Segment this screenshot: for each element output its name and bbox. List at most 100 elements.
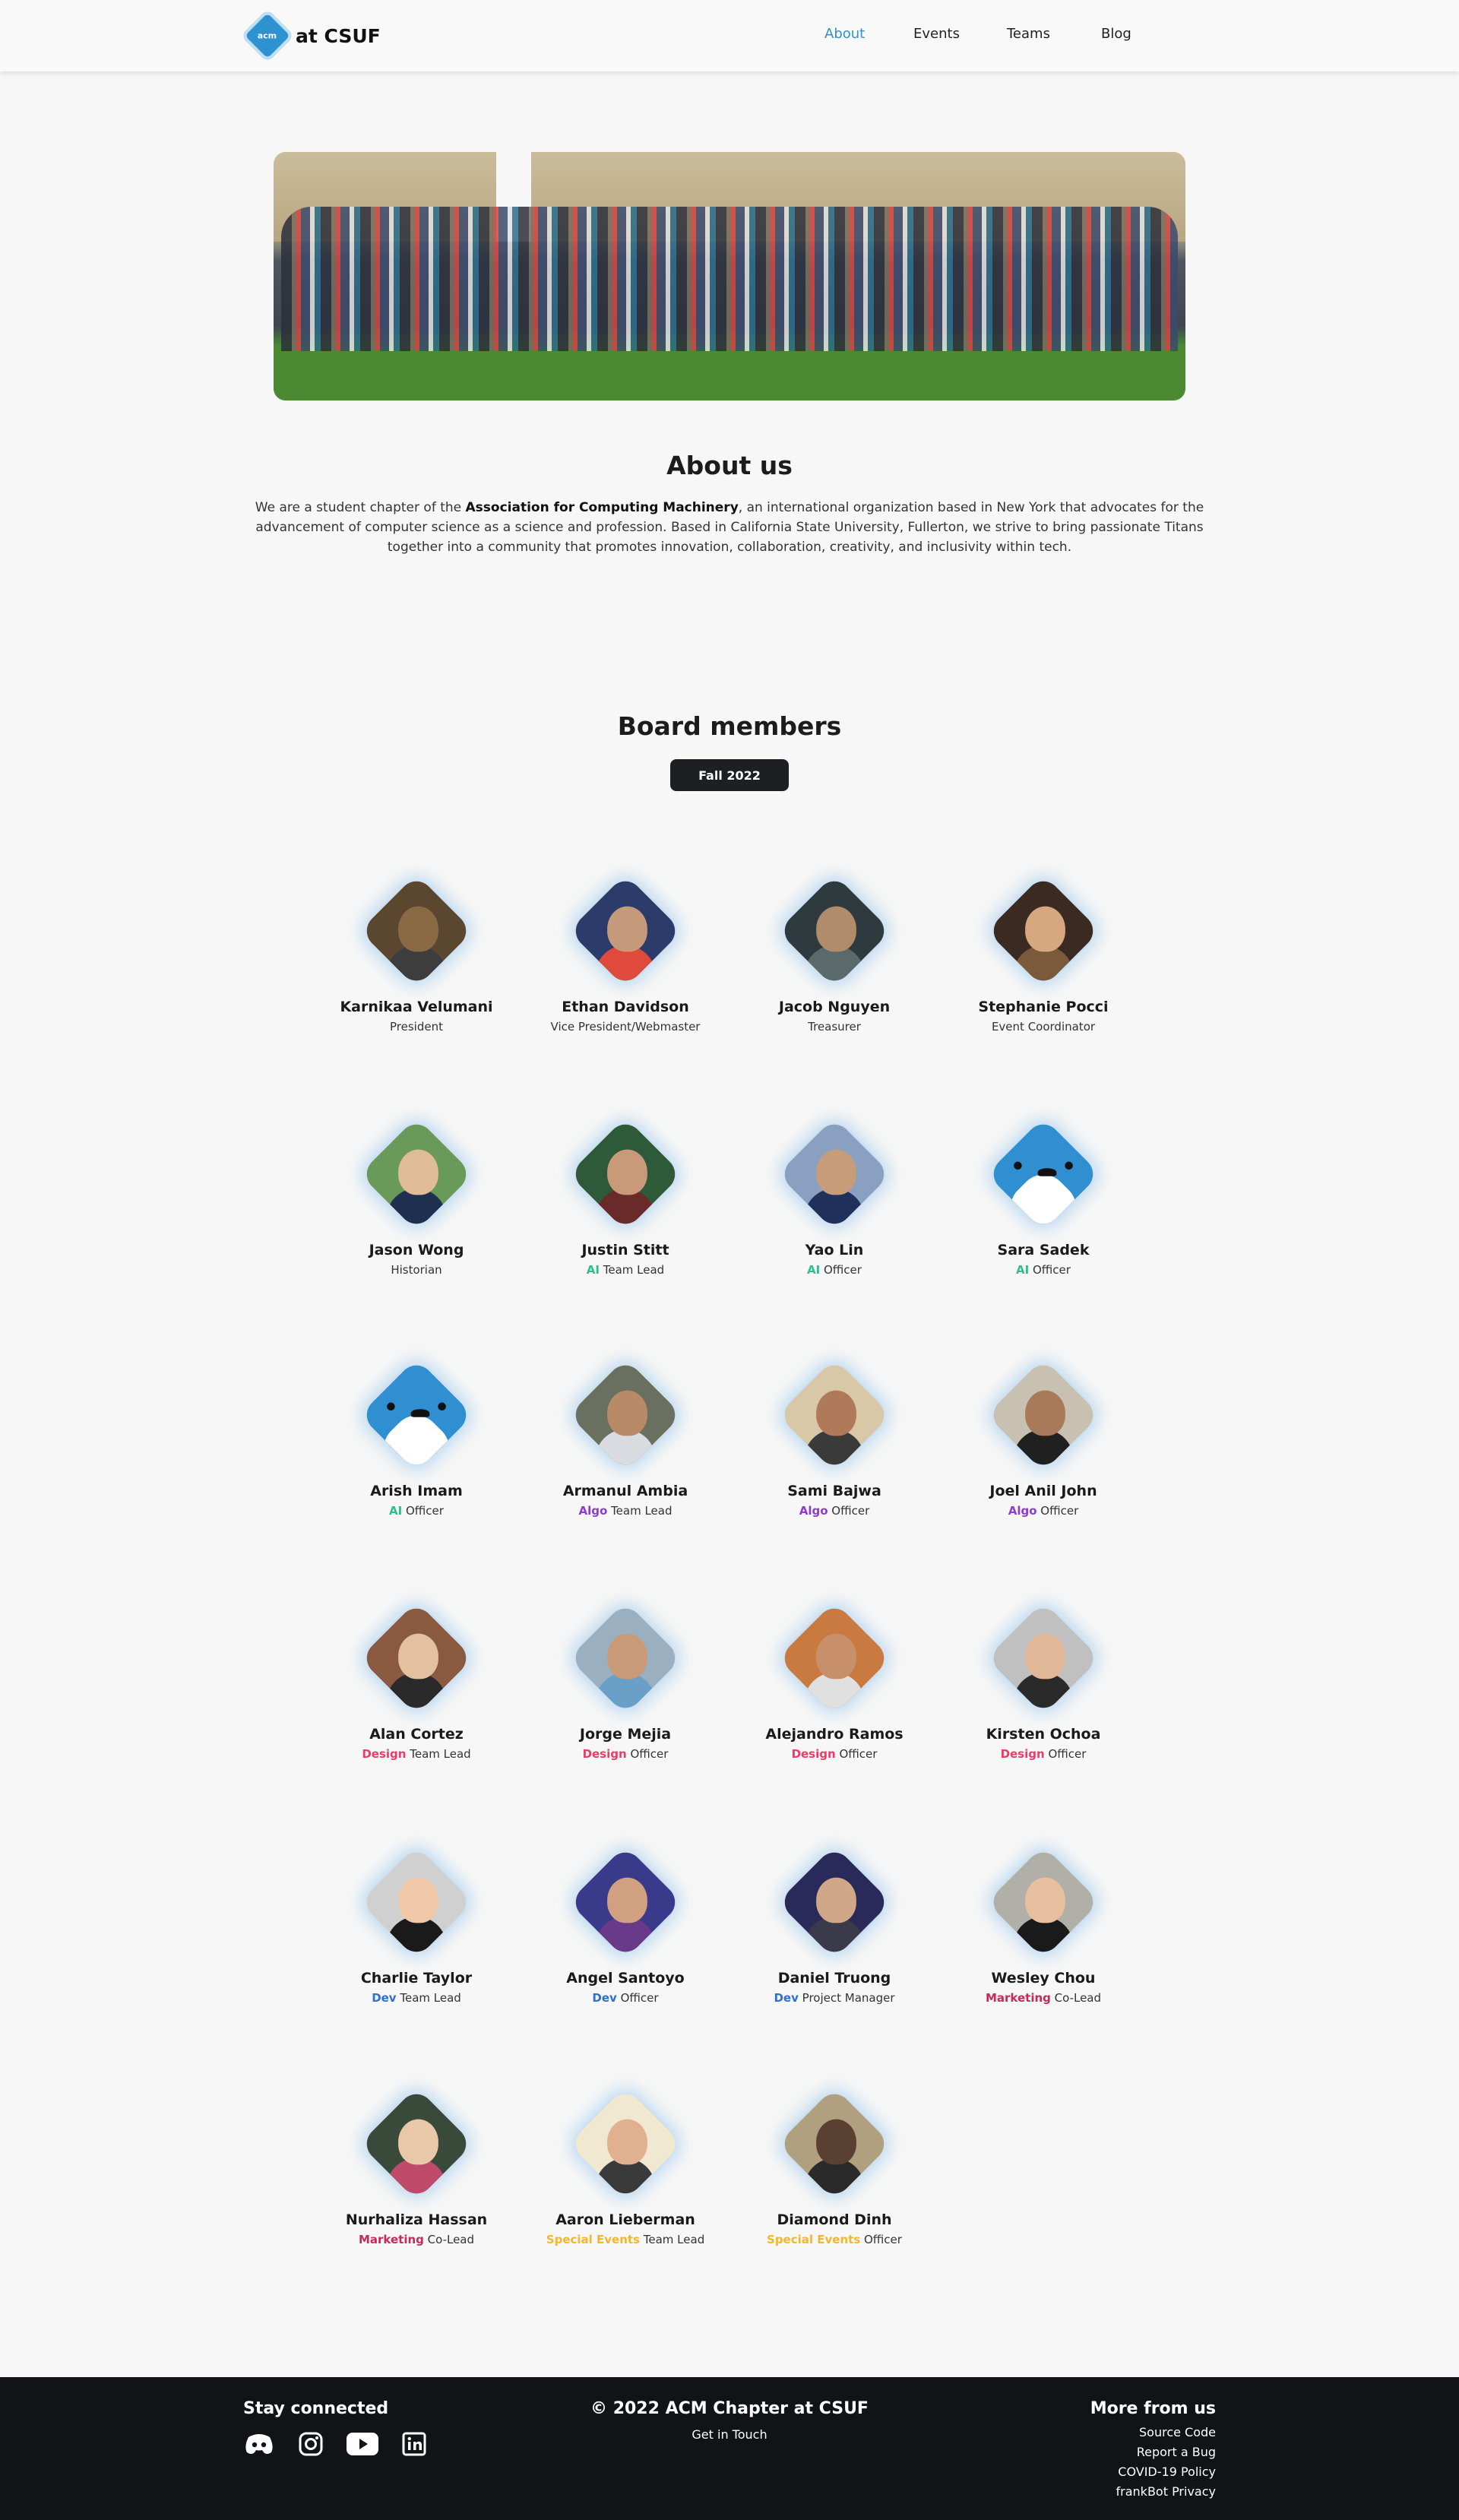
member-name: Jacob Nguyen [778, 999, 891, 1015]
member-card: Joel Anil John Algo Officer [948, 1358, 1138, 1518]
youtube-icon[interactable] [347, 2430, 378, 2458]
member-role: Marketing Co-Lead [321, 2233, 511, 2246]
member-avatar [568, 1845, 682, 1959]
member-role: AI Team Lead [530, 1263, 720, 1277]
member-title: Officer [402, 1504, 444, 1518]
member-role: Design Officer [530, 1747, 720, 1761]
nav-about[interactable]: About [824, 26, 865, 42]
member-title: Team Lead [640, 2233, 705, 2246]
member-title: Team Lead [396, 1991, 461, 2005]
source-code-link[interactable]: Source Code [1090, 2423, 1216, 2442]
board-title: Board members [617, 711, 842, 741]
member-team: Dev [774, 1991, 799, 2005]
member-name: Joel Anil John [989, 1483, 1097, 1499]
member-title: Officer [1036, 1504, 1079, 1518]
site-footer: Stay connected © 2022 ACM Chapter at CSU… [0, 2377, 1459, 2520]
member-card: Sami Bajwa Algo Officer [739, 1358, 929, 1518]
member-team: Algo [799, 1504, 828, 1518]
member-title: Team Lead [406, 1747, 471, 1761]
nav-teams[interactable]: Teams [1007, 26, 1050, 42]
brand-text: at CSUF [296, 24, 381, 47]
member-role: Dev Officer [530, 1991, 720, 2005]
member-name: Charlie Taylor [360, 1970, 473, 1987]
member-avatar [568, 1358, 682, 1472]
instagram-icon[interactable] [295, 2430, 327, 2458]
footer-right-title: More from us [1090, 2399, 1216, 2418]
footer-left-title: Stay connected [243, 2399, 389, 2418]
member-card: Nurhaliza Hassan Marketing Co-Lead [321, 2087, 511, 2246]
member-title: President [390, 1020, 443, 1034]
member-card: Karnikaa Velumani President [321, 874, 511, 1034]
member-title: Officer [1044, 1747, 1087, 1761]
member-card: Alejandro Ramos Design Officer [739, 1601, 929, 1761]
member-role: Special Events Team Lead [530, 2233, 720, 2246]
member-title: Event Coordinator [991, 1020, 1096, 1034]
report-bug-link[interactable]: Report a Bug [1090, 2442, 1216, 2462]
term-select-button[interactable]: Fall 2022 [670, 759, 789, 791]
member-avatar [568, 874, 682, 988]
member-role: Marketing Co-Lead [948, 1991, 1138, 2005]
member-team: AI [586, 1263, 600, 1277]
member-avatar [777, 1601, 891, 1715]
member-avatar [986, 874, 1100, 988]
member-name: Ethan Davidson [562, 999, 689, 1015]
member-card: Jacob Nguyen Treasurer [739, 874, 929, 1034]
member-name: Angel Santoyo [566, 1970, 685, 1987]
member-name: Wesley Chou [991, 1970, 1096, 1987]
footer-copyright: © 2022 ACM Chapter at CSUF [590, 2399, 869, 2418]
member-name: Kirsten Ochoa [986, 1726, 1101, 1743]
member-avatar [777, 1117, 891, 1231]
member-name: Yao Lin [805, 1242, 864, 1258]
member-card: Stephanie Pocci Event Coordinator [948, 874, 1138, 1034]
member-name: Alan Cortez [369, 1726, 464, 1743]
member-card: Arish Imam AI Officer [321, 1358, 511, 1518]
member-avatar [568, 2087, 682, 2201]
member-role: Algo Team Lead [530, 1504, 720, 1518]
footer-social: Stay connected [243, 2399, 450, 2458]
member-team: Dev [372, 1991, 397, 2005]
covid-policy-link[interactable]: COVID-19 Policy [1090, 2462, 1216, 2482]
member-title: Officer [1029, 1263, 1071, 1277]
member-name: Nurhaliza Hassan [345, 2211, 488, 2228]
member-team: AI [807, 1263, 821, 1277]
member-title: Officer [626, 1747, 669, 1761]
member-card: Jorge Mejia Design Officer [530, 1601, 720, 1761]
linkedin-icon[interactable] [398, 2430, 430, 2458]
member-team: Design [582, 1747, 627, 1761]
brand-link[interactable]: acm at CSUF [240, 8, 381, 63]
member-avatar [777, 1845, 891, 1959]
member-team: Marketing [985, 1991, 1051, 2005]
member-role: Algo Officer [739, 1504, 929, 1518]
frankbot-privacy-link[interactable]: frankBot Privacy [1090, 2482, 1216, 2502]
member-name: Alejandro Ramos [765, 1726, 904, 1743]
footer-links: More from us Source Code Report a Bug CO… [1090, 2399, 1216, 2502]
member-team: AI [1016, 1263, 1030, 1277]
member-name: Justin Stitt [581, 1242, 669, 1258]
member-card: Wesley Chou Marketing Co-Lead [948, 1845, 1138, 2005]
member-role: Design Officer [739, 1747, 929, 1761]
member-avatar [986, 1845, 1100, 1959]
member-name: Karnikaa Velumani [340, 999, 493, 1015]
site-header: acm at CSUF About Events Teams Blog [0, 0, 1459, 71]
member-card: Angel Santoyo Dev Officer [530, 1845, 720, 2005]
member-title: Historian [391, 1263, 442, 1277]
nav-events[interactable]: Events [913, 26, 960, 42]
member-role: Event Coordinator [948, 1020, 1138, 1034]
member-team: Algo [578, 1504, 608, 1518]
discord-icon[interactable] [243, 2430, 275, 2458]
member-card: Alan Cortez Design Team Lead [321, 1601, 511, 1761]
member-team: Special Events [546, 2233, 640, 2246]
member-avatar [777, 1358, 891, 1472]
acm-name: Association for Computing Machinery [465, 500, 739, 515]
member-title: Co-Lead [1050, 1991, 1102, 2005]
member-card: Justin Stitt AI Team Lead [530, 1117, 720, 1277]
member-name: Diamond Dinh [777, 2211, 892, 2228]
member-card: Sara Sadek AI Officer [948, 1117, 1138, 1277]
member-team: Marketing [358, 2233, 424, 2246]
nav-blog[interactable]: Blog [1101, 26, 1131, 42]
member-name: Aaron Lieberman [555, 2211, 695, 2228]
member-avatar [986, 1358, 1100, 1472]
member-title: Team Lead [599, 1263, 665, 1277]
get-in-touch-link[interactable]: Get in Touch [502, 2427, 957, 2442]
member-avatar [359, 1845, 473, 1959]
